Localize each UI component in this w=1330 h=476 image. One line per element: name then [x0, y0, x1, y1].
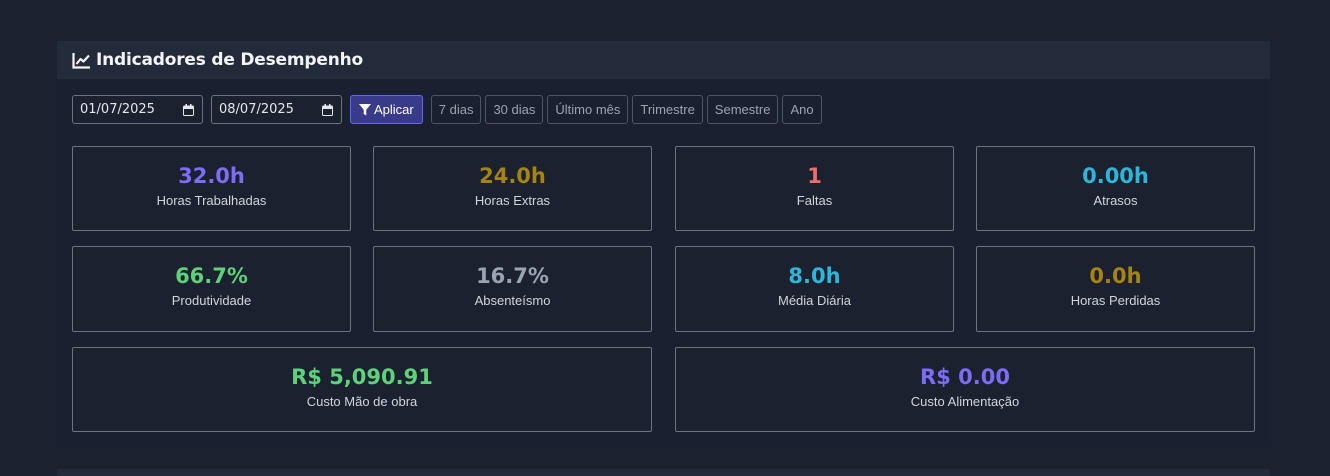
- range-year-button[interactable]: Ano: [782, 95, 822, 124]
- next-card-edge: [57, 469, 1270, 476]
- filter-icon: [359, 103, 371, 116]
- stat-labor-cost: R$ 5,090.91 Custo Mão de obra: [72, 347, 652, 432]
- range-semester-button[interactable]: Semestre: [706, 95, 779, 124]
- filter-toolbar: 01/07/2025 08/07/2025 Aplicar 7 dias 30 …: [72, 95, 826, 124]
- range-quarter-button[interactable]: Trimestre: [632, 95, 703, 124]
- stat-hours-worked: 32.0h Horas Trabalhadas: [72, 146, 351, 231]
- stat-value: 8.0h: [788, 264, 841, 288]
- stat-value: 1: [807, 164, 822, 188]
- stat-absenteeism: 16.7% Absenteísmo: [373, 246, 652, 332]
- card-header: Indicadores de Desempenho: [57, 41, 1270, 79]
- stat-value: 66.7%: [175, 264, 248, 288]
- start-date-value: 01/07/2025: [80, 102, 155, 117]
- end-date-value: 08/07/2025: [219, 102, 294, 117]
- range-7-days-button[interactable]: 7 dias: [430, 95, 482, 124]
- stat-absences: 1 Faltas: [675, 146, 954, 231]
- range-last-month-button[interactable]: Último mês: [547, 95, 629, 124]
- apply-button[interactable]: Aplicar: [350, 95, 423, 124]
- stat-value: 0.0h: [1089, 264, 1142, 288]
- stat-label: Média Diária: [778, 293, 851, 308]
- stat-label: Absenteísmo: [474, 293, 551, 308]
- page-title: Indicadores de Desempenho: [96, 50, 363, 70]
- stat-food-cost: R$ 0.00 Custo Alimentação: [675, 347, 1255, 432]
- stat-value: 16.7%: [476, 264, 549, 288]
- stat-lost-hours: 0.0h Horas Perdidas: [976, 246, 1255, 332]
- start-date-input[interactable]: 01/07/2025: [72, 95, 203, 124]
- stat-daily-average: 8.0h Média Diária: [675, 246, 954, 332]
- stat-label: Faltas: [796, 193, 833, 208]
- stat-label: Horas Trabalhadas: [156, 193, 267, 208]
- stat-label: Produtividade: [171, 293, 252, 308]
- stat-productivity: 66.7% Produtividade: [72, 246, 351, 332]
- stat-label: Custo Mão de obra: [306, 394, 418, 409]
- range-30-days-button[interactable]: 30 dias: [485, 95, 544, 124]
- stat-delays: 0.00h Atrasos: [976, 146, 1255, 231]
- stat-value: R$ 0.00: [920, 365, 1010, 389]
- stat-label: Atrasos: [1093, 193, 1138, 208]
- stat-label: Horas Extras: [474, 193, 551, 208]
- stat-value: 24.0h: [479, 164, 546, 188]
- calendar-icon[interactable]: [183, 103, 194, 116]
- stat-value: 0.00h: [1082, 164, 1149, 188]
- apply-button-label: Aplicar: [374, 102, 414, 117]
- calendar-icon[interactable]: [322, 103, 333, 116]
- stat-overtime-hours: 24.0h Horas Extras: [373, 146, 652, 231]
- stat-value: 32.0h: [178, 164, 245, 188]
- stat-value: R$ 5,090.91: [291, 365, 433, 389]
- stat-label: Custo Alimentação: [910, 394, 1020, 409]
- stat-label: Horas Perdidas: [1070, 293, 1161, 308]
- chart-line-icon: [72, 52, 91, 69]
- end-date-input[interactable]: 08/07/2025: [211, 95, 342, 124]
